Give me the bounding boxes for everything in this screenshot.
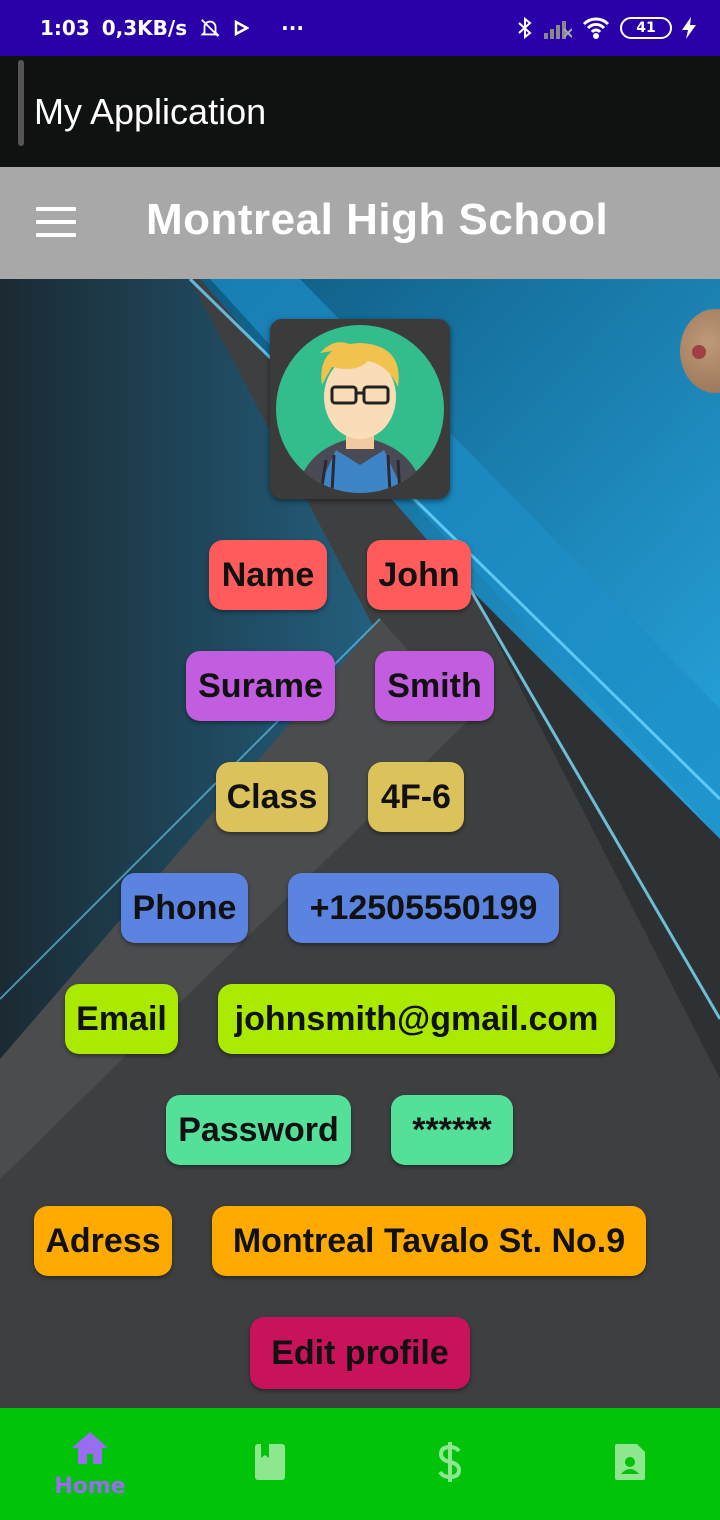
play-icon xyxy=(233,20,250,36)
phone-value: +12505550199 xyxy=(288,873,559,943)
phone-label: Phone xyxy=(121,873,248,943)
home-icon xyxy=(70,1430,110,1470)
password-value: ****** xyxy=(391,1095,513,1165)
dollar-icon xyxy=(435,1441,465,1487)
app-title: My Application xyxy=(34,90,267,132)
class-label: Class xyxy=(216,762,328,832)
address-label: Adress xyxy=(34,1206,172,1276)
contact-card-icon xyxy=(613,1442,647,1486)
nav-profile[interactable] xyxy=(540,1408,720,1520)
email-value: johnsmith@gmail.com xyxy=(218,984,615,1054)
surname-value: Smith xyxy=(375,651,494,721)
nav-book[interactable] xyxy=(180,1408,360,1520)
signal-off-icon xyxy=(544,17,572,39)
status-time: 1:03 xyxy=(40,16,90,40)
name-label: Name xyxy=(209,540,327,610)
edit-profile-button[interactable]: Edit profile xyxy=(250,1317,470,1389)
school-title: Montreal High School xyxy=(146,195,609,244)
wifi-icon xyxy=(582,17,610,39)
nav-home-label: Home xyxy=(54,1473,126,1499)
more-notifications: ··· xyxy=(281,16,304,40)
email-label: Email xyxy=(65,984,178,1054)
bell-off-icon xyxy=(199,17,221,39)
address-value: Montreal Tavalo St. No.9 xyxy=(212,1206,646,1276)
charging-icon xyxy=(682,17,696,39)
screen: 1:03 0,3KB/s ··· 41 My Application Montr… xyxy=(0,0,720,1520)
battery-level: 41 xyxy=(636,20,656,36)
surname-label: Surame xyxy=(186,651,335,721)
status-net-speed: 0,3KB/s xyxy=(101,16,188,40)
avatar-image xyxy=(276,325,444,493)
app-title-bar: My Application xyxy=(0,56,720,167)
menu-icon[interactable] xyxy=(36,207,76,237)
profile-content: Name John Surame Smith Class 4F-6 Phone … xyxy=(0,279,720,1408)
name-value: John xyxy=(367,540,471,610)
nav-payments[interactable] xyxy=(360,1408,540,1520)
toolbar: Montreal High School xyxy=(0,167,720,279)
bluetooth-icon xyxy=(516,16,534,40)
battery-icon: 41 xyxy=(620,17,672,39)
window-edge-indicator xyxy=(18,60,24,146)
avatar[interactable] xyxy=(270,319,450,499)
password-label: Password xyxy=(166,1095,351,1165)
nav-home[interactable]: Home xyxy=(0,1408,180,1520)
book-icon xyxy=(253,1442,287,1486)
bottom-navigation: Home xyxy=(0,1408,720,1520)
class-value: 4F-6 xyxy=(368,762,464,832)
status-bar: 1:03 0,3KB/s ··· 41 xyxy=(0,0,720,56)
